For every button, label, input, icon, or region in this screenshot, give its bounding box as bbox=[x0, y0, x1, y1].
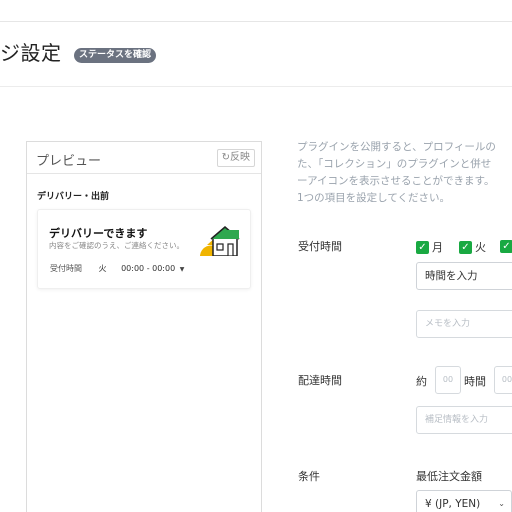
chevron-down-icon: ⌄ bbox=[498, 499, 505, 508]
refresh-icon: ↻ bbox=[221, 152, 230, 163]
time-select[interactable]: 時間を入力 ⌄ bbox=[416, 262, 512, 290]
hours-unit-label: 時間 bbox=[464, 375, 486, 388]
checkmark-icon: ✓ bbox=[500, 239, 512, 253]
day-checkbox-mon[interactable]: ✓ 月 bbox=[416, 239, 443, 254]
preview-section-label: デリバリー・出前 bbox=[37, 192, 110, 202]
min-order-label: 最低注文金額 bbox=[416, 470, 482, 483]
preview-header: プレビュー ↻反映 bbox=[27, 142, 261, 174]
approx-label: 約 bbox=[416, 375, 427, 388]
memo-input[interactable]: メモを入力 bbox=[416, 310, 512, 338]
minutes-input[interactable]: 00 bbox=[494, 366, 512, 394]
page-title: ジ設定 bbox=[0, 41, 62, 65]
check-status-button[interactable]: ステータスを確認 bbox=[74, 48, 157, 63]
reflect-label: 反映 bbox=[230, 152, 250, 163]
description-line: プラグインを公開すると、プロフィールの bbox=[297, 141, 496, 153]
day-checkbox-wed[interactable]: ✓ bbox=[500, 239, 512, 253]
plugin-description: プラグインを公開すると、プロフィールの た、「コレクション」のプラグインと併せ … bbox=[297, 139, 496, 207]
card-title: デリバリーできます bbox=[49, 227, 148, 240]
dropdown-arrow-icon: ▼ bbox=[179, 266, 185, 273]
preview-panel: プレビュー ↻反映 デリバリー・出前 デリバリーできます 内容をご確認のうえ、ご… bbox=[26, 141, 262, 512]
day-checkbox-tue[interactable]: ✓ 火 bbox=[459, 239, 486, 254]
checkmark-icon: ✓ bbox=[459, 240, 472, 254]
card-row-day: 火 bbox=[98, 264, 107, 273]
card-row-label: 受付時間 bbox=[50, 264, 82, 273]
checkmark-icon: ✓ bbox=[416, 240, 429, 254]
hours-input[interactable]: 00 bbox=[435, 366, 461, 394]
reflect-button[interactable]: ↻反映 bbox=[216, 149, 255, 167]
house-icon bbox=[200, 226, 240, 256]
card-subtitle: 内容をご確認のうえ、ご連絡ください。 bbox=[49, 241, 184, 250]
day-label: 火 bbox=[475, 241, 486, 254]
day-label: 月 bbox=[432, 241, 443, 254]
divider bbox=[0, 86, 512, 87]
card-row-time: 00:00 - 00:00 bbox=[121, 264, 176, 273]
top-bar bbox=[0, 0, 512, 22]
description-line: 1つの項目を設定してください。 bbox=[297, 192, 451, 204]
currency-select-value: ¥ (JP, YEN) bbox=[425, 498, 481, 510]
conditions-label: 条件 bbox=[298, 470, 320, 483]
delivery-time-label: 配達時間 bbox=[298, 374, 342, 387]
extra-info-input[interactable]: 補足情報を入力 bbox=[416, 406, 512, 434]
description-line: ーアイコンを表示させることができます。 bbox=[297, 175, 495, 187]
card-hours-row: 受付時間 火 00:00 - 00:00 ▼ bbox=[50, 263, 184, 274]
delivery-card: デリバリーできます 内容をご確認のうえ、ご連絡ください。 受付時間 火 00:0… bbox=[37, 209, 251, 289]
description-line: た、「コレクション」のプラグインと併せ bbox=[297, 158, 492, 170]
preview-title: プレビュー bbox=[36, 154, 102, 169]
reception-hours-label: 受付時間 bbox=[298, 240, 342, 253]
time-select-value: 時間を入力 bbox=[425, 270, 478, 282]
currency-select[interactable]: ¥ (JP, YEN) ⌄ bbox=[416, 490, 512, 512]
